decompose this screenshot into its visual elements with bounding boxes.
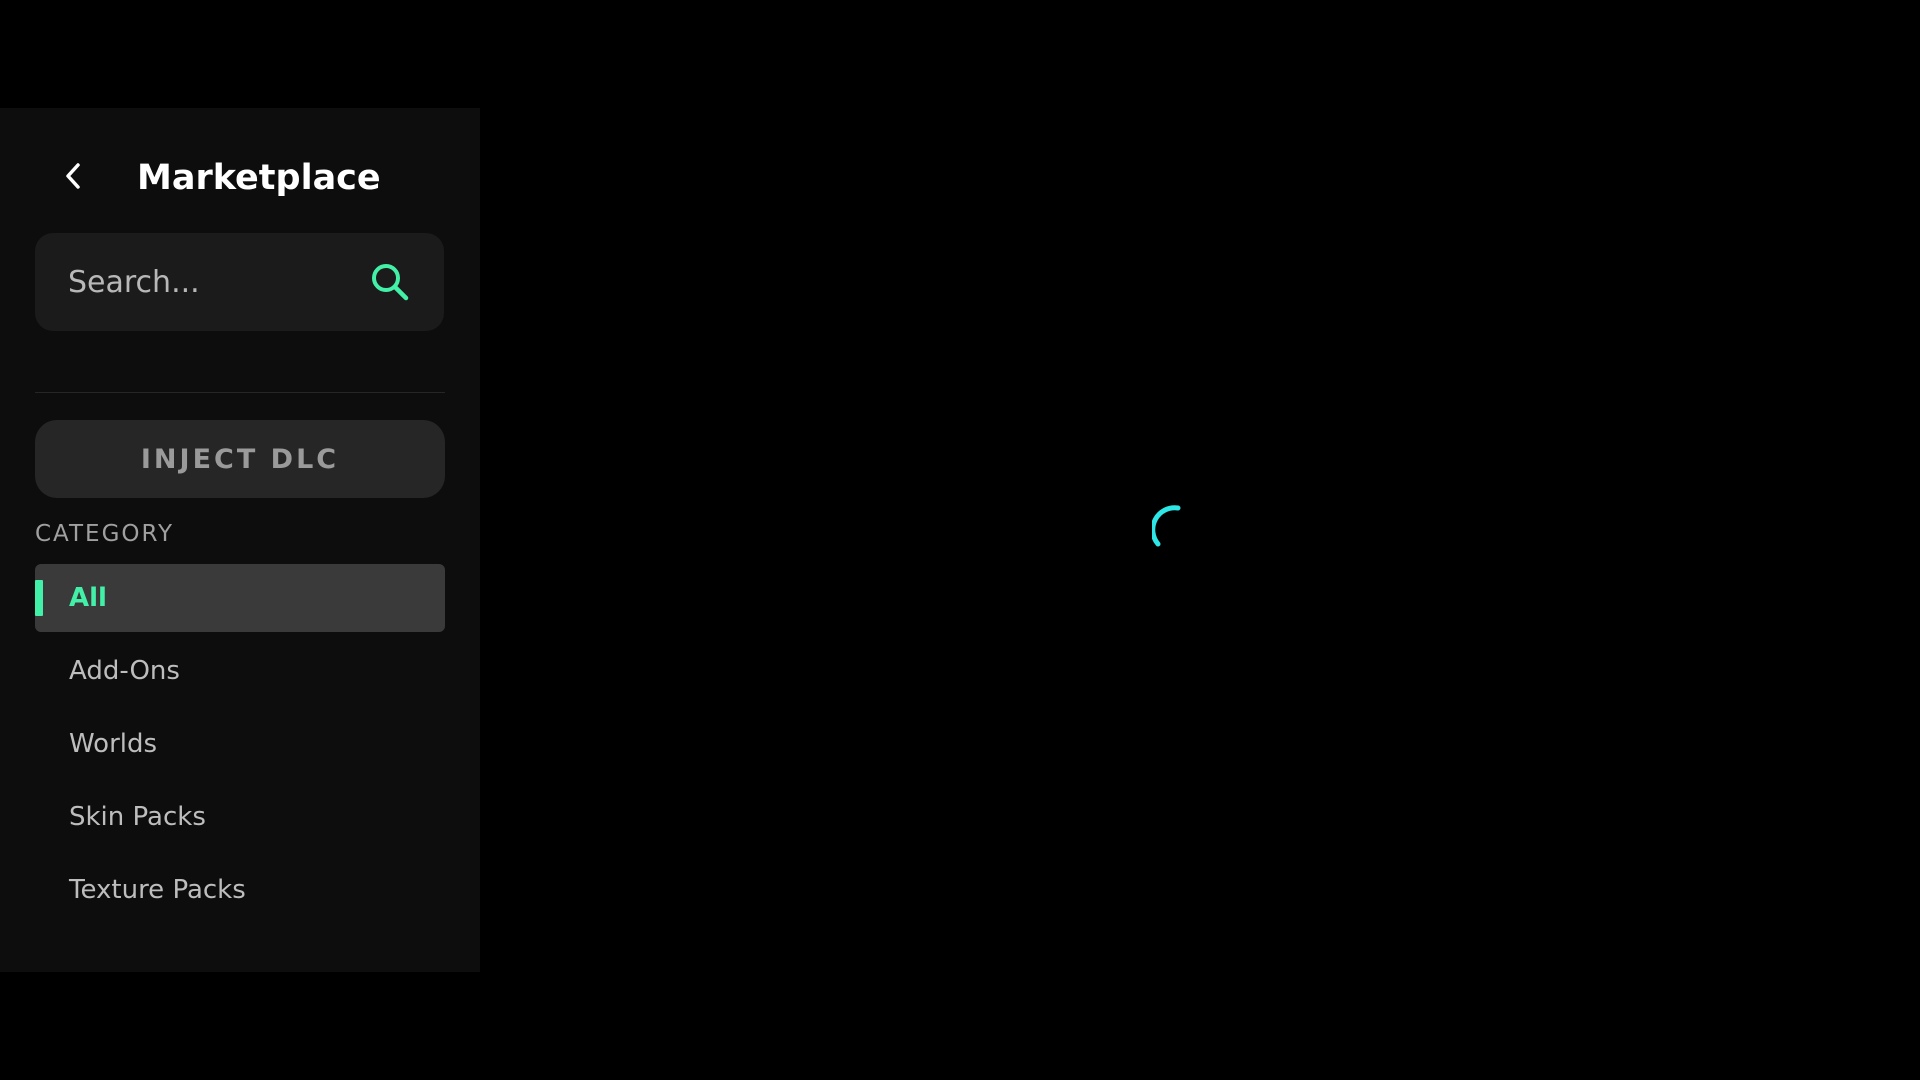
search-icon <box>372 264 409 301</box>
back-button[interactable] <box>56 158 92 194</box>
category-label: Worlds <box>69 729 158 759</box>
active-indicator <box>35 580 43 616</box>
category-item-skin-packs[interactable]: Skin Packs <box>35 783 445 851</box>
search-input[interactable] <box>68 233 368 331</box>
category-heading: CATEGORY <box>35 521 175 547</box>
category-label: Texture Packs <box>69 875 246 905</box>
category-label: All <box>69 583 107 613</box>
page-title: Marketplace <box>137 158 381 198</box>
category-label: Skin Packs <box>69 802 206 832</box>
divider <box>35 392 445 393</box>
category-label: Add-Ons <box>69 656 180 686</box>
category-item-add-ons[interactable]: Add-Ons <box>35 637 445 705</box>
inject-dlc-button[interactable]: INJECT DLC <box>35 420 445 498</box>
chevron-left-icon <box>66 163 80 189</box>
marketplace-screen: Marketplace INJECT DLC CATEGORY All Add-… <box>0 0 1920 1080</box>
category-item-worlds[interactable]: Worlds <box>35 710 445 778</box>
category-item-texture-packs[interactable]: Texture Packs <box>35 856 445 924</box>
search-button[interactable] <box>368 260 412 304</box>
sidebar: Marketplace INJECT DLC CATEGORY All Add-… <box>0 108 480 972</box>
category-item-all[interactable]: All <box>35 564 445 632</box>
loading-spinner-icon <box>1152 505 1181 547</box>
search-box <box>35 233 444 331</box>
category-list: All Add-Ons Worlds Skin Packs Texture Pa… <box>35 564 445 929</box>
